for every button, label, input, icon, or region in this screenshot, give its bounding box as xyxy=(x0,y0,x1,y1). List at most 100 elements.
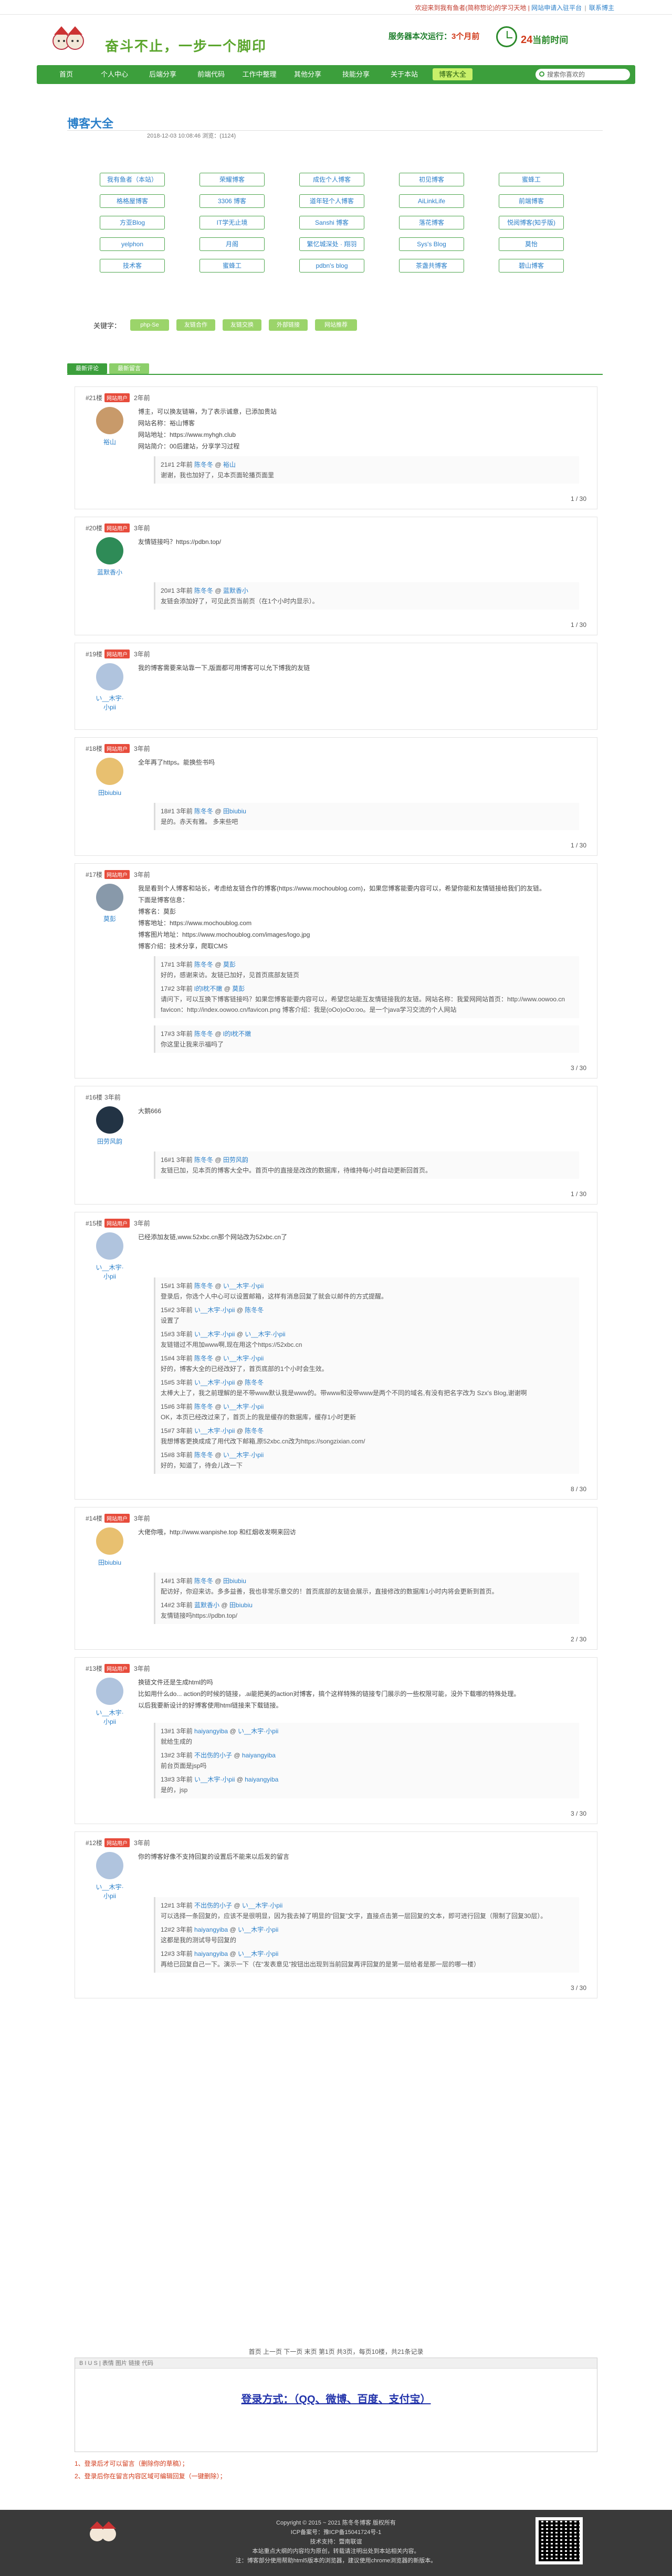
blog-link[interactable]: 荣耀博客 xyxy=(200,173,265,186)
keyword-tag[interactable]: php-Se xyxy=(130,319,169,331)
reply-author[interactable]: 陈冬冬 xyxy=(194,1282,215,1290)
reply-author[interactable]: 陈冬冬 xyxy=(194,587,215,594)
reply-author[interactable]: 陈冬冬 xyxy=(194,461,215,468)
comment-username[interactable]: 田biubiu xyxy=(94,788,125,797)
avatar[interactable] xyxy=(96,1232,123,1260)
reply-target[interactable]: 裕山 xyxy=(223,461,236,468)
blog-link[interactable]: pdbn's blog xyxy=(299,259,364,273)
reply-author[interactable]: haiyangyiba xyxy=(194,1950,229,1957)
blog-link[interactable]: 我有鱼者（本站） xyxy=(100,173,165,186)
blog-link[interactable]: Sanshi 博客 xyxy=(299,216,364,229)
reply-pagination[interactable]: 8 / 30 xyxy=(571,1485,586,1493)
blog-link[interactable]: 月阁 xyxy=(200,237,265,251)
nav-item-home[interactable]: 首页 xyxy=(42,65,90,84)
comment-username[interactable]: 蓝默香小 xyxy=(94,568,125,577)
avatar[interactable] xyxy=(96,1678,123,1705)
blog-link[interactable]: yelphon xyxy=(100,237,165,251)
comment-username[interactable]: 田劳风韵 xyxy=(94,1137,125,1146)
editor-toolbar[interactable]: B I U S | 表情 图片 链接 代码 xyxy=(75,2358,597,2369)
tab-latest-comments[interactable]: 最新评论 xyxy=(67,363,107,374)
tab-latest-messages[interactable]: 最新留言 xyxy=(109,363,149,374)
blog-link[interactable]: 蜜蜂工 xyxy=(200,259,265,273)
nav-item-backend[interactable]: 后端分享 xyxy=(139,65,187,84)
reply-target[interactable]: 蓝默香小 xyxy=(223,587,248,594)
reply-author[interactable]: haiyangyiba xyxy=(194,1926,229,1933)
notice-link-contact[interactable]: 联系博主 xyxy=(589,4,614,12)
blog-link[interactable]: 悦阅博客(知乎版) xyxy=(499,216,564,229)
reply-author[interactable]: haiyangyiba xyxy=(194,1727,229,1735)
avatar[interactable] xyxy=(96,758,123,785)
comment-editor[interactable]: B I U S | 表情 图片 链接 代码 登录方式：（QQ、微博、百度、支付宝… xyxy=(75,2358,597,2452)
reply-target[interactable]: い__木宇·小pii xyxy=(242,1902,282,1909)
reply-target[interactable]: 莫彭 xyxy=(232,985,245,992)
nav-item-personal[interactable]: 个人中心 xyxy=(90,65,139,84)
reply-target[interactable]: 陈冬冬 xyxy=(245,1306,264,1314)
keyword-tag[interactable]: 友链交换 xyxy=(223,319,261,331)
reply-author[interactable]: い__木宇·小pii xyxy=(194,1331,237,1338)
comment-username[interactable]: 莫彭 xyxy=(94,914,125,923)
reply-pagination[interactable]: 1 / 30 xyxy=(571,1190,586,1198)
reply-pagination[interactable]: 3 / 30 xyxy=(571,1064,586,1072)
blog-link[interactable]: 莫怡 xyxy=(499,237,564,251)
reply-target[interactable]: 田biubiu xyxy=(229,1601,253,1609)
avatar[interactable] xyxy=(96,663,123,690)
blog-link[interactable]: 成佐个人博客 xyxy=(299,173,364,186)
reply-target[interactable]: い__木宇·小pii xyxy=(245,1331,285,1338)
reply-author[interactable]: 陈冬冬 xyxy=(194,808,215,815)
login-tip[interactable]: 登录方式：（QQ、微博、百度、支付宝） xyxy=(75,2391,597,2406)
avatar[interactable] xyxy=(96,1852,123,1879)
reply-target[interactable]: 莫彭 xyxy=(223,961,236,968)
reply-target[interactable]: い__木宇·小pii xyxy=(223,1403,264,1410)
keyword-tag[interactable]: 外部链接 xyxy=(269,319,308,331)
search-input[interactable]: 搜索你喜欢的 xyxy=(536,69,630,80)
comment-username[interactable]: い__木宇·小pii xyxy=(94,1882,125,1900)
site-logo[interactable] xyxy=(50,22,87,59)
blog-link[interactable]: 繁忆城深处 · 翔羽 xyxy=(299,237,364,251)
reply-pagination[interactable]: 1 / 30 xyxy=(571,495,586,502)
reply-author[interactable]: 陈冬冬 xyxy=(194,1156,215,1164)
reply-target[interactable]: い__木宇·小pii xyxy=(223,1451,264,1459)
reply-target[interactable]: haiyangyiba xyxy=(245,1776,278,1783)
avatar[interactable] xyxy=(96,884,123,911)
nav-item-frontend[interactable]: 前端代码 xyxy=(187,65,235,84)
blog-link[interactable]: Sys's Blog xyxy=(399,237,464,251)
blog-link[interactable]: 前端博客 xyxy=(499,194,564,208)
reply-target[interactable]: 田劳风韵 xyxy=(223,1156,248,1164)
avatar[interactable] xyxy=(96,537,123,564)
reply-target[interactable]: い__木宇·小pii xyxy=(238,1727,278,1735)
avatar[interactable] xyxy=(96,407,123,434)
reply-target[interactable]: い__木宇·小pii xyxy=(238,1950,278,1957)
reply-target[interactable]: い__木宇·小pii xyxy=(223,1355,264,1362)
nav-item-other[interactable]: 其他分享 xyxy=(284,65,332,84)
reply-target[interactable]: い__木宇·小pii xyxy=(223,1282,264,1290)
reply-pagination[interactable]: 1 / 30 xyxy=(571,621,586,629)
keyword-tag[interactable]: 友链合作 xyxy=(176,319,215,331)
reply-author[interactable]: 陈冬冬 xyxy=(194,1451,215,1459)
avatar[interactable] xyxy=(96,1106,123,1134)
reply-author[interactable]: い__木宇·小pii xyxy=(194,1776,237,1783)
comment-pagination[interactable]: 首页 上一页 下一页 末页 第1页 共3页，每页10楼，共21条记录 xyxy=(0,2347,672,2356)
blog-link[interactable]: 方亚Blog xyxy=(100,216,165,229)
reply-target[interactable]: い__木宇·小pii xyxy=(238,1926,278,1933)
nav-item-about[interactable]: 关于本站 xyxy=(380,65,428,84)
blog-link[interactable]: AiLinkLife xyxy=(399,194,464,208)
blog-link[interactable]: 道年轻个人博客 xyxy=(299,194,364,208)
blog-link[interactable]: 初见博客 xyxy=(399,173,464,186)
blog-link[interactable]: 落花博客 xyxy=(399,216,464,229)
keyword-tag[interactable]: 网站推荐 xyxy=(315,319,357,331)
nav-item-blogroll[interactable]: 博客大全 xyxy=(428,65,477,84)
reply-target[interactable]: haiyangyiba xyxy=(242,1752,276,1759)
comment-username[interactable]: い__木宇·小pii xyxy=(94,1263,125,1281)
reply-pagination[interactable]: 1 / 30 xyxy=(571,842,586,849)
comment-username[interactable]: い__木宇·小pii xyxy=(94,694,125,711)
blog-link[interactable]: 技术客 xyxy=(100,259,165,273)
nav-item-work[interactable]: 工作中整理 xyxy=(235,65,284,84)
reply-author[interactable]: 陈冬冬 xyxy=(194,961,215,968)
reply-author[interactable]: い__木宇·小pii xyxy=(194,1379,237,1386)
comment-username[interactable]: 裕山 xyxy=(94,437,125,446)
notice-link-apply[interactable]: 网站申请入驻平台 xyxy=(531,4,582,12)
blog-link[interactable]: 碧山博客 xyxy=(499,259,564,273)
blog-link[interactable]: 格格屋博客 xyxy=(100,194,165,208)
reply-pagination[interactable]: 3 / 30 xyxy=(571,1810,586,1817)
blog-link[interactable]: 茶盏共博客 xyxy=(399,259,464,273)
